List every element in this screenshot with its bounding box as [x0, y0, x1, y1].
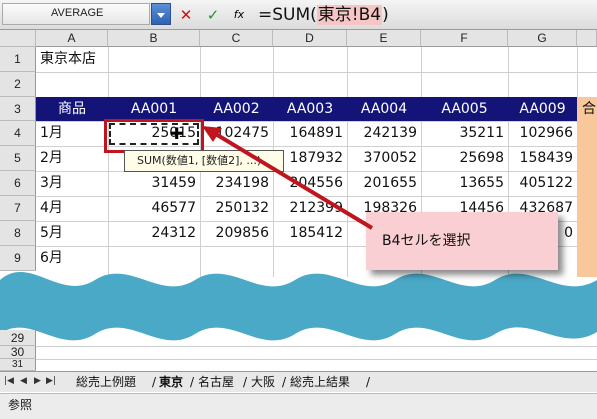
tab-sheet-4[interactable]: 大阪	[251, 373, 275, 391]
tab-separator: /	[282, 375, 287, 389]
tab-separator: /	[366, 375, 371, 389]
last-sheet-icon[interactable]: ▶|	[46, 376, 56, 386]
status-bar: 参照	[0, 393, 597, 419]
tab-sheet-1[interactable]: 総売上例題	[76, 373, 136, 391]
callout-arrow	[202, 126, 374, 230]
first-sheet-icon[interactable]: |◀	[4, 376, 14, 386]
tab-separator: /	[152, 375, 157, 389]
tab-separator: /	[243, 375, 248, 389]
prev-sheet-icon[interactable]: ◀	[20, 376, 27, 386]
tab-separator: /	[190, 375, 195, 389]
status-text: 参照	[8, 398, 33, 412]
tab-sheet-3[interactable]: 名古屋	[198, 373, 234, 391]
tab-sheet-2[interactable]: 東京	[159, 373, 183, 391]
next-sheet-icon[interactable]: ▶	[34, 376, 41, 386]
sheet-tab-bar: |◀ ◀ ▶ ▶| 総売上例題 / 東京 / 名古屋 / 大阪 / 総売上結果 …	[0, 371, 597, 392]
tab-sheet-5[interactable]: 総売上結果	[290, 373, 350, 391]
